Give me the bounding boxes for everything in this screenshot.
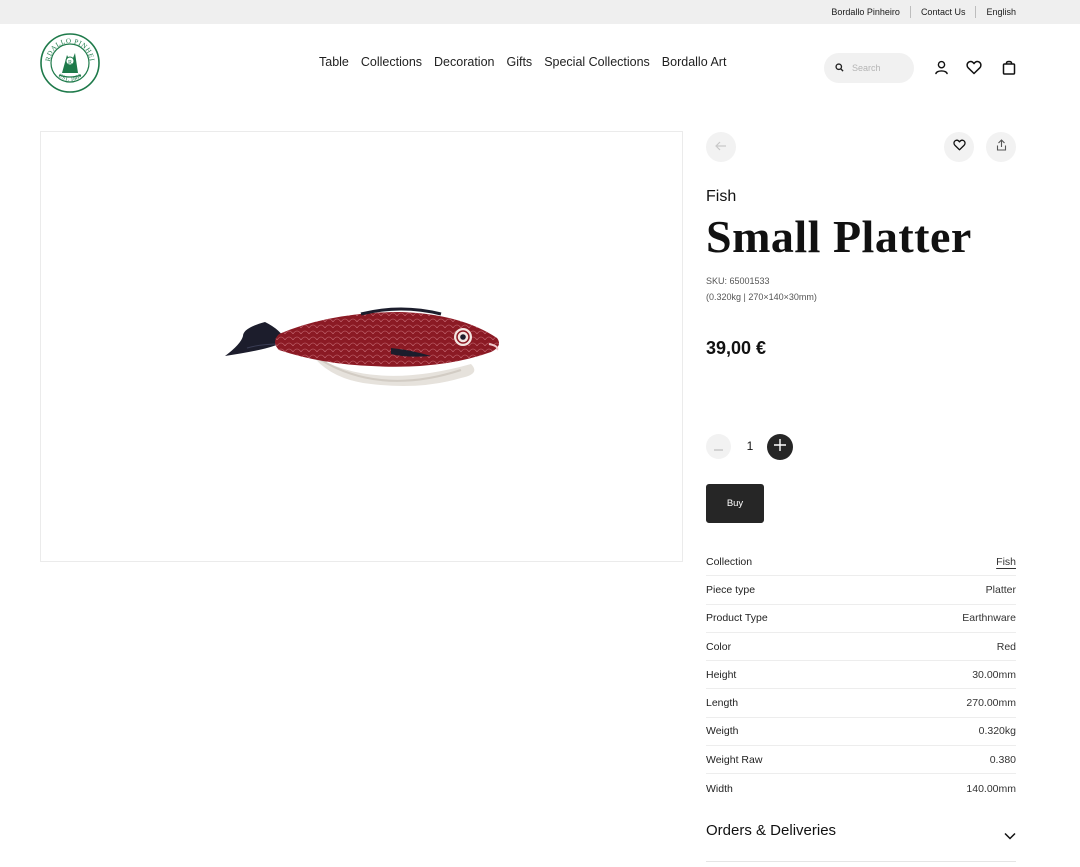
spec-label: Weigth — [706, 725, 739, 738]
product-specs-table: Collection Fish Piece type Platter Produ… — [706, 548, 1016, 803]
spec-label: Length — [706, 697, 739, 710]
minus-icon — [714, 438, 723, 456]
spec-label: Color — [706, 640, 732, 653]
top-utility-bar: Bordallo Pinheiro Contact Us English — [0, 0, 1080, 24]
spec-value: Earthnware — [962, 612, 1016, 625]
spec-label: Collection — [706, 555, 753, 568]
fish-platter-image — [221, 304, 503, 399]
spec-row-piece-type: Piece type Platter — [706, 576, 1016, 605]
spec-row-length: Length 270.00mm — [706, 689, 1016, 718]
quantity-decrease-button[interactable] — [706, 434, 731, 459]
buy-button[interactable]: Buy — [706, 484, 764, 523]
nav-item-bordallo-art[interactable]: Bordallo Art — [662, 55, 727, 69]
share-button[interactable] — [986, 132, 1016, 162]
spec-label: Piece type — [706, 583, 756, 596]
arrow-left-icon — [715, 138, 727, 156]
bag-icon[interactable] — [1000, 58, 1018, 76]
main-navigation: Table Collections Decoration Gifts Speci… — [319, 55, 726, 69]
spec-value-collection-link[interactable]: Fish — [996, 556, 1016, 568]
user-icon[interactable] — [932, 58, 950, 76]
spec-row-product-type: Product Type Earthnware — [706, 605, 1016, 633]
utility-link-brand[interactable]: Bordallo Pinheiro — [821, 6, 910, 18]
quantity-increase-button[interactable] — [767, 434, 793, 460]
spec-row-weight: Weigth 0.320kg — [706, 718, 1016, 747]
spec-value: Red — [996, 640, 1016, 653]
search-input[interactable] — [852, 63, 910, 73]
nav-item-table[interactable]: Table — [319, 55, 349, 69]
wishlist-button[interactable] — [944, 132, 974, 162]
product-collection: Fish — [706, 188, 737, 205]
search-box[interactable] — [824, 53, 914, 83]
spec-value: 140.00mm — [966, 782, 1016, 795]
heart-icon[interactable] — [965, 58, 983, 76]
spec-value: 0.320kg — [978, 725, 1016, 738]
chevron-down-icon — [1004, 827, 1016, 845]
spec-label: Width — [706, 782, 733, 795]
utility-links: Bordallo Pinheiro Contact Us English — [821, 0, 1016, 24]
language-selector[interactable]: English — [975, 6, 1016, 18]
spec-value: 30.00mm — [972, 668, 1016, 681]
product-title: Small Platter — [706, 211, 972, 262]
accordion-title: Orders & Deliveries — [706, 822, 837, 839]
spec-value: Platter — [985, 583, 1016, 596]
product-dimensions: (0.320kg | 270×140×30mm) — [706, 292, 817, 302]
nav-item-decoration[interactable]: Decoration — [434, 55, 494, 69]
spec-value: 0.380 — [989, 753, 1016, 766]
svg-text:R: R — [68, 60, 72, 66]
spec-row-color: Color Red — [706, 633, 1016, 662]
quantity-value[interactable]: 1 — [743, 439, 757, 453]
product-image-frame — [40, 131, 683, 562]
share-icon — [996, 138, 1007, 156]
search-icon — [835, 59, 844, 77]
product-sku: SKU: 65001533 — [706, 276, 770, 286]
back-arrow-button[interactable] — [706, 132, 736, 162]
spec-row-width: Width 140.00mm — [706, 774, 1016, 802]
plus-icon — [774, 438, 786, 456]
utility-link-contact[interactable]: Contact Us — [909, 6, 976, 18]
nav-item-collections[interactable]: Collections — [361, 55, 422, 69]
nav-item-gifts[interactable]: Gifts — [506, 55, 532, 69]
spec-row-weight-raw: Weight Raw 0.380 — [706, 746, 1016, 775]
spec-row-collection: Collection Fish — [706, 548, 1016, 577]
spec-label: Product Type — [706, 612, 768, 625]
bordallo-pinheiro-logo[interactable]: BORDALLO PINHEIRO EST. 1884 R — [37, 27, 100, 93]
spec-label: Weight Raw — [706, 753, 763, 766]
nav-item-special-collections[interactable]: Special Collections — [544, 55, 650, 69]
orders-deliveries-accordion[interactable]: Orders & Deliveries — [706, 822, 1016, 862]
spec-label: Height — [706, 668, 737, 681]
spec-row-height: Height 30.00mm — [706, 661, 1016, 690]
spec-value: 270.00mm — [966, 697, 1016, 710]
product-price: 39,00 € — [706, 338, 767, 358]
heart-icon — [952, 138, 966, 156]
